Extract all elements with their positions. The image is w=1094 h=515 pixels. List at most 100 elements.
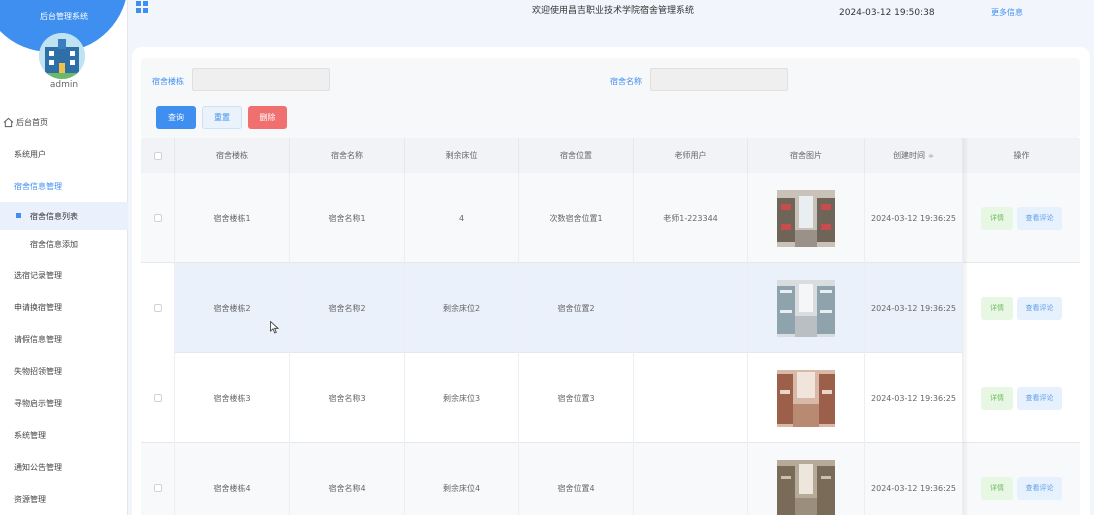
location-cell: 次数宿舍位置1 <box>519 173 634 263</box>
detail-button[interactable]: 详情 <box>981 476 1013 500</box>
detail-button[interactable]: 详情 <box>981 296 1013 320</box>
building-filter-input[interactable] <box>192 68 330 91</box>
created-cell: 2024-03-12 19:36:25 <box>865 353 963 443</box>
menu-label: 宿舍信息管理 <box>14 181 62 191</box>
menu-room-change[interactable]: 申请换宿管理 <box>0 293 128 321</box>
column-header[interactable]: 宿舍名称 <box>290 138 405 173</box>
table-row[interactable]: 宿舍楼栋3 宿舍名称3 剩余床位3 宿舍位置3 2024-03-12 19:36… <box>141 353 1080 443</box>
menu-label: 申请换宿管理 <box>14 302 62 312</box>
row-checkbox[interactable] <box>153 304 162 312</box>
menu-leave-info[interactable]: 请假信息管理 <box>0 325 128 353</box>
menu-label: 请假信息管理 <box>14 334 62 344</box>
actions-cell: 详情 查看评论 <box>963 353 1080 443</box>
row-select-cell <box>141 353 175 443</box>
view-comments-button[interactable]: 查看评论 <box>1017 386 1062 410</box>
reset-button[interactable]: 重置 <box>202 106 242 129</box>
column-header[interactable]: 剩余床位 <box>405 138 519 173</box>
menu-system-users[interactable]: 系统用户 <box>0 140 128 168</box>
location-cell: 宿舍位置3 <box>519 353 634 443</box>
teacher-cell <box>634 353 748 443</box>
detail-button[interactable]: 详情 <box>981 386 1013 410</box>
column-header[interactable]: 老师用户 <box>634 138 748 173</box>
building-filter-label: 宿舍楼栋 <box>152 77 184 86</box>
table-row[interactable]: 宿舍楼栋2 宿舍名称2 剩余床位2 宿舍位置2 2024-03-12 19:36… <box>141 263 1080 353</box>
building-cell: 宿舍楼栋1 <box>175 173 290 263</box>
actions-cell: 详情 查看评论 <box>963 263 1080 353</box>
row-checkbox[interactable] <box>153 394 162 402</box>
name-cell: 宿舍名称1 <box>290 173 405 263</box>
dorm-photo[interactable] <box>777 369 835 427</box>
menu-lost-found[interactable]: 失物招领管理 <box>0 357 128 385</box>
table-row[interactable]: 宿舍楼栋1 宿舍名称1 4 次数宿舍位置1 老师1-223344 2024-03… <box>141 173 1080 263</box>
beds-cell: 剩余床位4 <box>405 443 519 515</box>
building-cell: 宿舍楼栋4 <box>175 443 290 515</box>
menu-label: 寻物启示管理 <box>14 398 62 408</box>
menu-dorm-info-management[interactable]: 宿舍信息管理 <box>0 172 128 200</box>
menu-announcements[interactable]: 通知公告管理 <box>0 453 128 481</box>
admin-username: admin <box>49 80 79 90</box>
name-cell: 宿舍名称4 <box>290 443 405 515</box>
image-cell <box>748 443 865 515</box>
dorm-photo[interactable] <box>777 279 835 337</box>
sidebar: 后台管理系统 admin 后台首页 系统用户 宿舍信息管理 宿舍信息列表 宿舍信… <box>0 0 128 515</box>
image-cell <box>748 263 865 353</box>
fixed-column-shadow <box>963 138 969 515</box>
row-select-cell <box>141 443 175 515</box>
query-button[interactable]: 查询 <box>156 106 196 129</box>
column-header-label: 创建时间 <box>893 151 926 160</box>
mouse-cursor-icon <box>270 321 279 334</box>
view-comments-button[interactable]: 查看评论 <box>1017 476 1062 500</box>
menu-label: 通知公告管理 <box>14 462 62 472</box>
grid-menu-icon[interactable] <box>136 1 148 13</box>
dorm-photo[interactable] <box>777 189 835 247</box>
dorm-photo[interactable] <box>777 459 835 515</box>
menu-dorm-info-list[interactable]: 宿舍信息列表 <box>0 202 128 230</box>
table-row[interactable]: 宿舍楼栋4 宿舍名称4 剩余床位4 宿舍位置4 2024-03-12 19:36… <box>141 443 1080 515</box>
top-bar: 欢迎使用昌吉职业技术学院宿舍管理系统 2024-03-12 19:50:38 更… <box>128 0 1094 30</box>
beds-cell: 剩余床位2 <box>405 263 519 353</box>
menu-label: 系统管理 <box>14 430 46 440</box>
name-cell: 宿舍名称3 <box>290 353 405 443</box>
teacher-cell <box>634 443 748 515</box>
beds-cell: 4 <box>405 173 519 263</box>
menu-label: 宿舍信息列表 <box>30 211 78 221</box>
menu-dorm-info-add[interactable]: 宿舍信息添加 <box>0 230 128 258</box>
teacher-cell: 老师1-223344 <box>634 173 748 263</box>
menu-system-management[interactable]: 系统管理 <box>0 421 128 449</box>
more-info-link[interactable]: 更多信息 <box>991 7 1023 18</box>
menu-label: 失物招领管理 <box>14 366 62 376</box>
column-header[interactable]: 宿舍楼栋 <box>175 138 290 173</box>
brand-title: 后台管理系统 <box>40 12 88 21</box>
select-all-checkbox[interactable] <box>153 151 162 160</box>
table-header: 宿舍楼栋 宿舍名称 剩余床位 宿舍位置 老师用户 宿舍图片 创建时间 ≑ 操作 <box>141 138 1080 173</box>
detail-button[interactable]: 详情 <box>981 206 1013 230</box>
image-cell <box>748 173 865 263</box>
menu-resources[interactable]: 资源管理 <box>0 485 128 513</box>
column-header[interactable]: 宿舍位置 <box>519 138 634 173</box>
actions-cell: 详情 查看评论 <box>963 443 1080 515</box>
building-cell: 宿舍楼栋2 <box>175 263 290 353</box>
row-select-cell <box>141 263 175 353</box>
delete-button[interactable]: 删除 <box>248 106 287 129</box>
view-comments-button[interactable]: 查看评论 <box>1017 206 1062 230</box>
name-filter-label: 宿舍名称 <box>610 77 642 86</box>
menu-label: 宿舍信息添加 <box>30 239 78 249</box>
menu-home-label: 后台首页 <box>16 117 48 127</box>
home-icon <box>3 117 14 127</box>
view-comments-button[interactable]: 查看评论 <box>1017 296 1062 320</box>
created-cell: 2024-03-12 19:36:25 <box>865 263 963 353</box>
row-checkbox[interactable] <box>153 484 162 492</box>
sort-icon[interactable]: ≑ <box>928 152 934 160</box>
row-checkbox[interactable] <box>153 214 162 222</box>
teacher-cell <box>634 263 748 353</box>
building-cell: 宿舍楼栋3 <box>175 353 290 443</box>
menu-lost-notice[interactable]: 寻物启示管理 <box>0 389 128 417</box>
menu-home[interactable]: 后台首页 <box>0 108 128 136</box>
name-cell: 宿舍名称2 <box>290 263 405 353</box>
name-filter-input[interactable] <box>650 68 788 91</box>
menu-selection-records[interactable]: 选宿记录管理 <box>0 261 128 289</box>
column-header: 操作 <box>1013 151 1030 160</box>
created-time-header[interactable]: 创建时间 ≑ <box>865 138 963 173</box>
column-header[interactable]: 宿舍图片 <box>748 138 865 173</box>
avatar[interactable] <box>39 33 85 79</box>
